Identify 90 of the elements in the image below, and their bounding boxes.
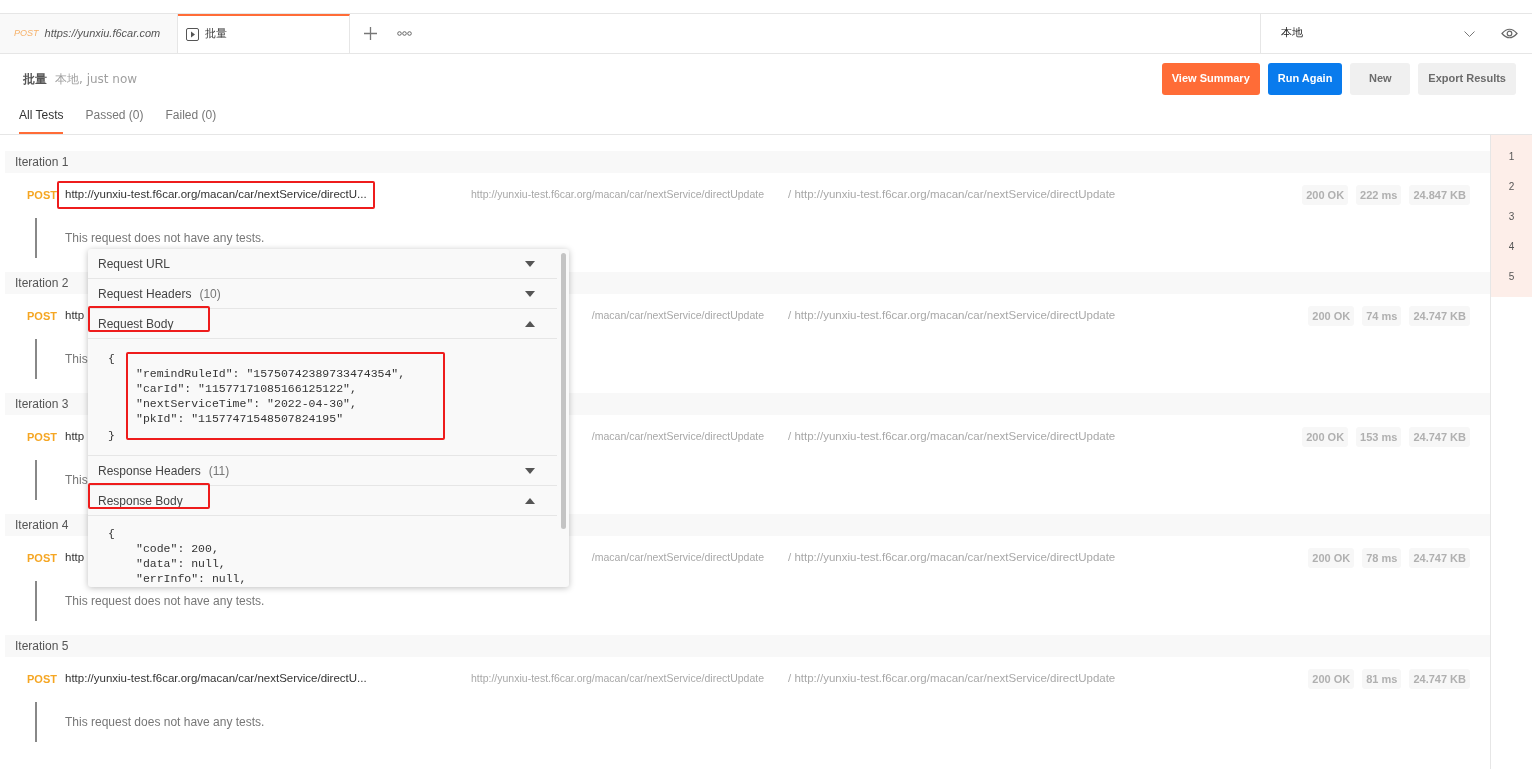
method-label: POST [27,308,58,324]
tests-note: This request does not have any tests. [65,593,265,610]
collapse-caret-icon [525,497,535,504]
tab-title: https://yunxiu.f6car.com [44,26,161,42]
size-badge: 24.747 KB [1409,547,1470,569]
request-url-link[interactable]: http [65,307,85,325]
iteration-number[interactable]: 5 [1491,261,1532,291]
iteration-header: Iteration 1 [5,151,1490,173]
tab-title: 批量 [205,26,227,43]
environment-select[interactable]: 本地 [1281,25,1501,42]
section-header[interactable]: Request URL [88,249,557,279]
method-label: POST [27,187,58,203]
filter-tab[interactable]: Passed (0) [85,106,144,134]
section-title: Request URL [98,255,171,273]
section-header[interactable]: Request Headers (10) [88,279,557,309]
request-url-text: /macan/car/nextService/directUpdate [591,309,764,322]
eye-icon[interactable] [1501,28,1518,39]
more-icon[interactable] [397,31,412,36]
time-badge: 78 ms [1362,547,1402,569]
code-text: "code": 200, [136,541,220,556]
time-badge: 153 ms [1356,426,1402,448]
scrollbar-thumb[interactable] [560,253,566,529]
tests-note: This [65,351,88,368]
tests-note: This request does not have any tests. [65,714,265,731]
run-title: 批量 [23,70,47,88]
time-badge: 74 ms [1362,305,1402,327]
method-label: POST [27,671,58,687]
code-text: { [108,351,116,366]
iteration-number[interactable]: 2 [1491,171,1532,201]
method-label: POST [27,550,58,566]
status-badge: 200 OK [1308,547,1355,569]
expand-caret-icon [525,467,535,474]
time-badge: 222 ms [1356,184,1402,206]
filter-tab[interactable]: Failed (0) [165,106,217,134]
code-text: "remindRuleId": "15750742389733474354", [136,366,406,381]
expand-caret-icon [525,290,535,297]
request-url-link[interactable]: http [65,549,85,567]
request-url-link[interactable]: http://yunxiu-test.f6car.org/macan/car/nextService/directU... [65,670,367,688]
response-url-text: / http://yunxiu-test.f6car.org/macan/car/nextService/directUpdate [788,308,1116,324]
status-badge: 200 OK [1308,305,1355,327]
section-header[interactable]: Response Body [88,486,557,516]
tests-note: This request does not have any tests. [65,230,265,247]
request-tab[interactable]: POST https://yunxiu.f6car.com [0,14,178,53]
response-url-text: / http://yunxiu-test.f6car.org/macan/car/nextService/directUpdate [788,429,1116,445]
collapse-caret-icon [525,320,535,327]
tests-note: This [65,472,88,489]
toolbar-button[interactable]: Run Again [1267,62,1343,95]
expand-caret-icon [525,260,535,267]
request-url-text: http://yunxiu-test.f6car.org/macan/car/nextService/directUpdate [471,188,764,201]
filter-tab[interactable]: All Tests [19,106,64,134]
request-url-link[interactable]: http [65,428,85,446]
section-header[interactable]: Request Body [88,309,557,339]
status-badge: 200 OK [1302,184,1349,206]
status-badge: 200 OK [1302,426,1349,448]
section-header[interactable]: Response Headers (11) [88,456,557,486]
response-url-text: / http://yunxiu-test.f6car.org/macan/car/nextService/directUpdate [788,187,1116,203]
code-text: "carId": "11577171085166125122", [136,381,358,396]
status-badge: 200 OK [1308,668,1355,690]
code-text: "data": null, [136,556,227,571]
time-badge: 81 ms [1362,668,1402,690]
response-url-text: / http://yunxiu-test.f6car.org/macan/car/nextService/directUpdate [788,671,1116,687]
run-subtitle: 本地, just now [55,70,138,88]
iteration-number[interactable]: 3 [1491,201,1532,231]
code-text: "errInfo": null, [136,571,247,586]
iteration-header: Iteration 5 [5,635,1490,657]
size-badge: 24.747 KB [1409,426,1470,448]
code-text: } [108,428,116,443]
size-badge: 24.747 KB [1409,668,1470,690]
section-title: Request Body [98,315,174,333]
request-url-text: http://yunxiu-test.f6car.org/macan/car/nextService/directUpdate [471,672,764,685]
code-text: "nextServiceTime": "2022-04-30", [136,396,358,411]
response-url-text: / http://yunxiu-test.f6car.org/macan/car/nextService/directUpdate [788,550,1116,566]
size-badge: 24.747 KB [1409,305,1470,327]
chevron-down-icon [1464,30,1475,37]
request-url-link[interactable]: http://yunxiu-test.f6car.org/macan/car/nextService/directU... [57,181,375,209]
iteration-number[interactable]: 4 [1491,231,1532,261]
play-icon [186,28,199,41]
section-count: (11) [208,462,230,480]
section-title: Response Headers [98,462,201,480]
toolbar-button[interactable]: New [1350,62,1411,95]
request-url-text: /macan/car/nextService/directUpdate [591,430,764,443]
toolbar-button[interactable]: Export Results [1418,62,1516,95]
plus-icon[interactable] [364,27,377,40]
iteration-number[interactable]: 1 [1491,141,1532,171]
section-title: Response Body [98,492,183,510]
request-url-text: /macan/car/nextService/directUpdate [591,551,764,564]
size-badge: 24.847 KB [1409,184,1470,206]
request-tab[interactable]: 批量 [178,14,350,53]
method-label: POST [27,429,58,445]
method-label: POST [14,26,39,40]
